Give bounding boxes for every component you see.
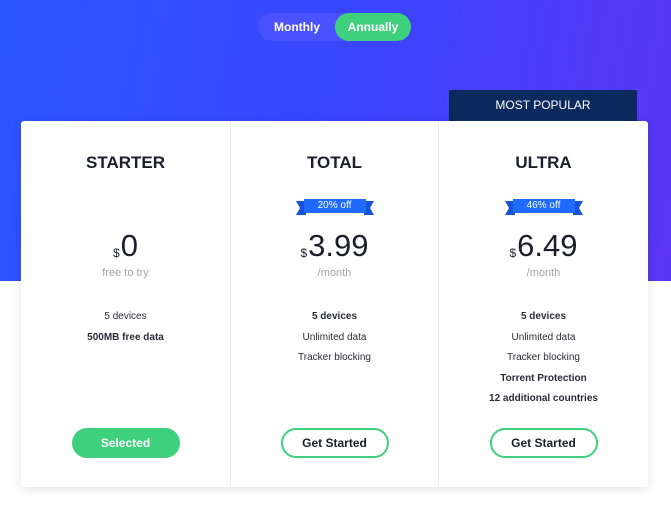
- discount-label: 46% off: [526, 200, 561, 211]
- plan-name: TOTAL: [306, 153, 363, 172]
- feature-list: 5 devices 500MB free data: [21, 310, 230, 351]
- pricing-table: STARTER $ 0 free to try 5 devices 500MB …: [21, 121, 648, 487]
- feature-item: Tracker blocking: [298, 352, 371, 363]
- feature-item: 500MB free data: [87, 331, 164, 343]
- plan-card-starter: STARTER $ 0 free to try 5 devices 500MB …: [21, 121, 230, 487]
- billing-toggle: Monthly Annually: [258, 13, 411, 41]
- feature-list: 5 devices Unlimited data Tracker blockin…: [439, 310, 648, 413]
- feature-item: 5 devices: [311, 311, 358, 322]
- plan-card-ultra: ULTRA 46% off $ 6.49 /month 5 devices Un…: [438, 121, 648, 487]
- price-currency: $: [113, 246, 120, 260]
- plan-price: $ 3.99: [231, 229, 438, 263]
- plan-name: ULTRA: [515, 153, 572, 172]
- plan-name: STARTER: [85, 153, 165, 172]
- price-note: /month: [526, 267, 561, 279]
- price-note: free to try: [102, 267, 149, 279]
- feature-item: Tracker blocking: [507, 352, 580, 363]
- billing-monthly-option[interactable]: Monthly: [260, 13, 334, 41]
- price-amount: 0: [120, 228, 138, 263]
- feature-item: Torrent Protection: [500, 372, 587, 384]
- billing-annually-option[interactable]: Annually: [335, 13, 411, 41]
- discount-ribbon: 46% off: [504, 199, 583, 215]
- selected-button[interactable]: Selected: [71, 428, 180, 458]
- discount-ribbon: 20% off: [295, 199, 374, 215]
- most-popular-badge: MOST POPULAR: [449, 90, 637, 122]
- price-note: /month: [317, 267, 352, 279]
- price-amount: 6.49: [517, 228, 578, 263]
- discount-label: 20% off: [317, 200, 352, 211]
- feature-item: 5 devices: [520, 311, 567, 322]
- get-started-button[interactable]: Get Started: [489, 428, 598, 458]
- price-currency: $: [300, 246, 308, 260]
- plan-price: $ 0: [21, 229, 230, 263]
- price-currency: $: [509, 246, 517, 260]
- get-started-button[interactable]: Get Started: [280, 428, 389, 458]
- feature-list: 5 devices Unlimited data Tracker blockin…: [231, 310, 438, 372]
- feature-item: 12 additional countries: [489, 393, 598, 404]
- feature-item: Unlimited data: [302, 331, 367, 343]
- plan-card-total: TOTAL 20% off $ 3.99 /month 5 devices Un…: [230, 121, 438, 487]
- price-amount: 3.99: [308, 228, 369, 263]
- feature-item: Unlimited data: [511, 331, 576, 343]
- plan-price: $ 6.49: [439, 229, 648, 263]
- feature-item: 5 devices: [104, 311, 147, 322]
